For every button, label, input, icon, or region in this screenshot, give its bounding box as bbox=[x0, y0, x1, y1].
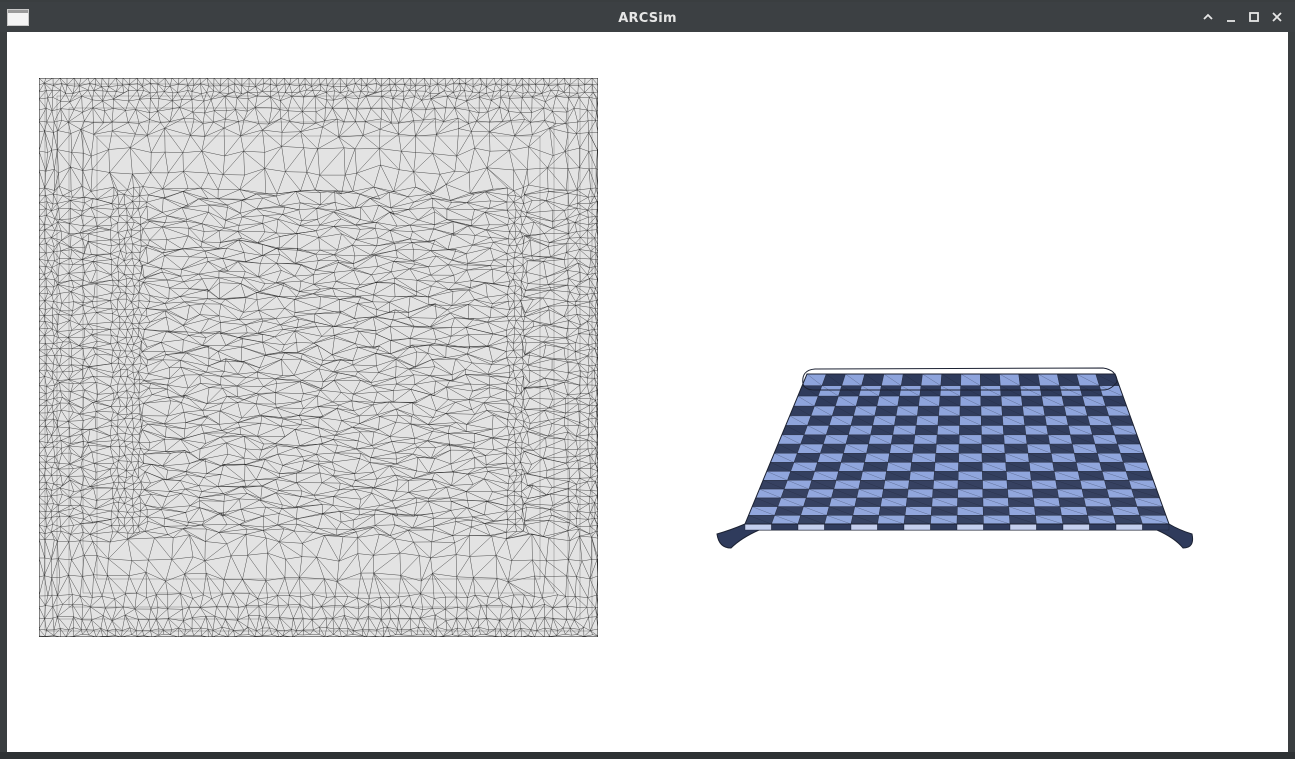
maximize-icon[interactable] bbox=[1245, 8, 1263, 26]
app-window: ARCSim bbox=[0, 0, 1295, 759]
minimize-icon[interactable] bbox=[1222, 8, 1240, 26]
chevron-up-icon[interactable] bbox=[1199, 8, 1217, 26]
world-space-cloth-view[interactable] bbox=[707, 362, 1197, 557]
material-space-mesh-view[interactable] bbox=[39, 78, 598, 637]
close-icon[interactable] bbox=[1268, 8, 1286, 26]
window-title: ARCSim bbox=[618, 11, 677, 26]
title-bar[interactable]: ARCSim bbox=[0, 2, 1295, 32]
render-canvas[interactable] bbox=[7, 32, 1288, 752]
window-bottom-border bbox=[0, 752, 1295, 759]
